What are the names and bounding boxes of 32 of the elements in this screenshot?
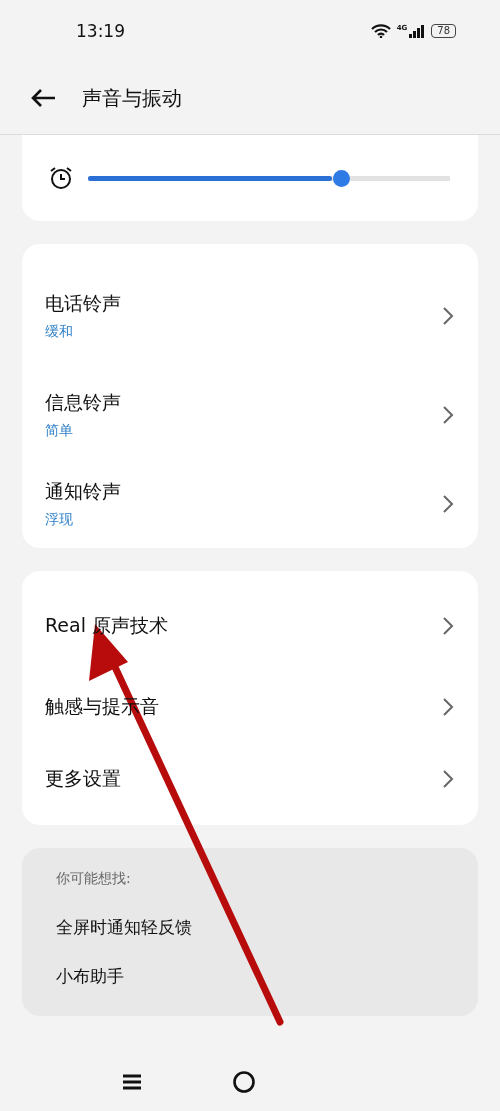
ringtone-value: 缓和 — [45, 323, 74, 341]
chevron-icon — [442, 404, 454, 425]
home-circle-icon[interactable] — [232, 1070, 256, 1094]
suggestion-link[interactable]: 小布助手 — [22, 953, 478, 1002]
ringtone-title: 信息铃声 — [45, 389, 121, 415]
battery-level: 78 — [431, 24, 456, 38]
chevron-icon — [442, 616, 454, 636]
chevron-icon — [442, 769, 454, 789]
alarm-clock-icon — [48, 165, 74, 191]
status-time: 13:19 — [76, 21, 125, 41]
page-title: 声音与振动 — [82, 84, 182, 112]
ringtone-title: 通知铃声 — [45, 478, 121, 504]
chevron-icon — [442, 493, 454, 514]
signal-icon — [409, 24, 426, 38]
ringtone-row[interactable]: 通知铃声 浮现 — [22, 459, 478, 548]
back-arrow-icon[interactable] — [30, 88, 56, 108]
ringtone-row[interactable]: 电话铃声 缓和 — [22, 244, 478, 370]
chevron-icon — [442, 306, 454, 326]
slider-thumb[interactable] — [333, 169, 351, 187]
ringtone-title: 电话铃声 — [45, 291, 121, 316]
chevron-icon — [442, 697, 454, 717]
menu-icon[interactable] — [122, 1073, 142, 1091]
suggestion-link[interactable]: 全屏时通知轻反馈 — [22, 904, 478, 953]
wifi-icon — [370, 24, 391, 38]
ringtone-value: 浮现 — [45, 510, 74, 529]
ringtone-row[interactable]: 信息铃声 简单 — [22, 370, 478, 459]
settings-row[interactable]: 更多设置 — [22, 743, 478, 815]
settings-title: 更多设置 — [45, 766, 121, 791]
ringtone-value: 简单 — [45, 421, 74, 440]
settings-title: Real 原声技术 — [45, 613, 168, 638]
settings-row[interactable]: Real 原声技术 — [22, 571, 478, 671]
suggestions-heading: 你可能想找: — [55, 869, 132, 888]
